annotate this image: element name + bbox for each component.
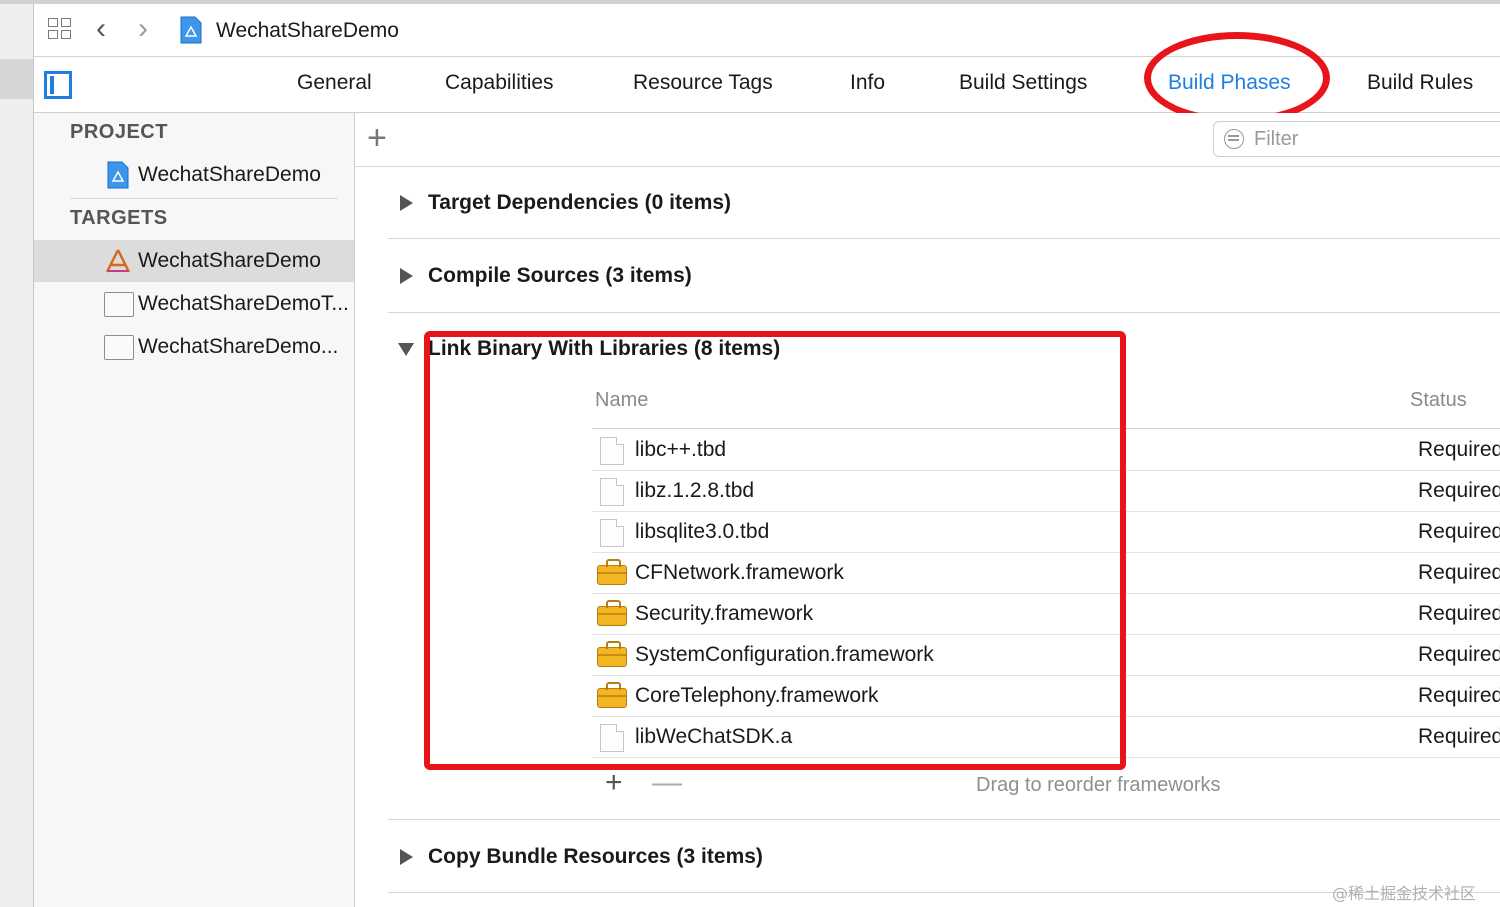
column-header-status[interactable]: Status [1410,389,1467,412]
library-status[interactable]: Required [1418,643,1500,667]
remove-library-button[interactable]: — [652,766,682,800]
library-status[interactable]: Required [1418,520,1500,544]
highlight-rectangle [424,331,1126,770]
add-library-button[interactable]: + [605,766,623,800]
navigator-toggle-icon[interactable] [44,71,72,99]
library-status[interactable]: Required [1418,561,1500,585]
tab-general[interactable]: General [297,71,372,95]
bundle-icon [104,292,134,317]
disclosure-triangle-icon[interactable] [400,849,413,865]
grid-icon[interactable] [48,18,74,42]
library-status[interactable]: Required [1418,725,1500,749]
phase-compile-sources[interactable]: Compile Sources (3 items) [388,256,1500,306]
app-target-icon [105,249,131,273]
divider [388,238,1500,239]
filter-placeholder: Filter [1254,128,1299,150]
tab-info[interactable]: Info [850,71,885,95]
highlight-ellipse [1144,32,1330,124]
project-file-icon [180,16,202,44]
library-status[interactable]: Required [1418,479,1500,503]
chevron-right-icon[interactable]: › [138,14,148,44]
tab-capabilities[interactable]: Capabilities [445,71,554,95]
disclosure-triangle-icon[interactable] [398,343,414,356]
filter-field[interactable]: Filter [1213,121,1500,157]
target-item-uitests[interactable]: WechatShareDemo... [34,326,354,368]
project-file-icon [107,161,129,189]
target-item-label: WechatShareDemo... [138,335,339,358]
phase-title: Target Dependencies (0 items) [428,191,732,214]
chevron-left-icon[interactable]: ‹ [96,14,106,44]
bundle-icon [104,335,134,360]
library-status[interactable]: Required [1418,602,1500,626]
phases-toolbar: + Filter [355,113,1500,167]
filter-icon [1224,129,1244,149]
disclosure-triangle-icon[interactable] [400,195,413,211]
disclosure-triangle-icon[interactable] [400,268,413,284]
tab-resource-tags[interactable]: Resource Tags [633,71,773,95]
divider [388,312,1500,313]
target-item-label: WechatShareDemoT... [138,292,349,315]
project-item[interactable]: WechatShareDemo [34,154,354,196]
gutter-selection [0,59,33,99]
phase-title: Copy Bundle Resources (3 items) [428,845,763,868]
watermark: @稀土掘金技术社区 [1332,884,1477,903]
project-target-list: PROJECT WechatShareDemo TARGETS WechatSh… [34,113,355,907]
phase-title: Compile Sources (3 items) [428,264,692,287]
navigator-gutter [0,4,34,907]
divider [70,198,338,199]
drag-hint: Drag to reorder frameworks [976,774,1221,796]
target-item-app[interactable]: WechatShareDemo [34,240,354,282]
library-status[interactable]: Required [1418,684,1500,708]
section-header-targets: TARGETS [70,207,168,229]
project-item-label: WechatShareDemo [138,163,321,186]
phase-target-dependencies[interactable]: Target Dependencies (0 items) [388,183,1500,233]
tab-build-settings[interactable]: Build Settings [959,71,1087,95]
tab-build-rules[interactable]: Build Rules [1367,71,1473,95]
target-item-label: WechatShareDemo [138,249,321,272]
add-phase-button[interactable]: + [367,119,387,158]
target-item-tests[interactable]: WechatShareDemoT... [34,283,354,325]
breadcrumb-project[interactable]: WechatShareDemo [216,19,399,43]
library-status[interactable]: Required [1418,438,1500,462]
divider [388,819,1500,820]
section-header-project: PROJECT [70,121,168,143]
